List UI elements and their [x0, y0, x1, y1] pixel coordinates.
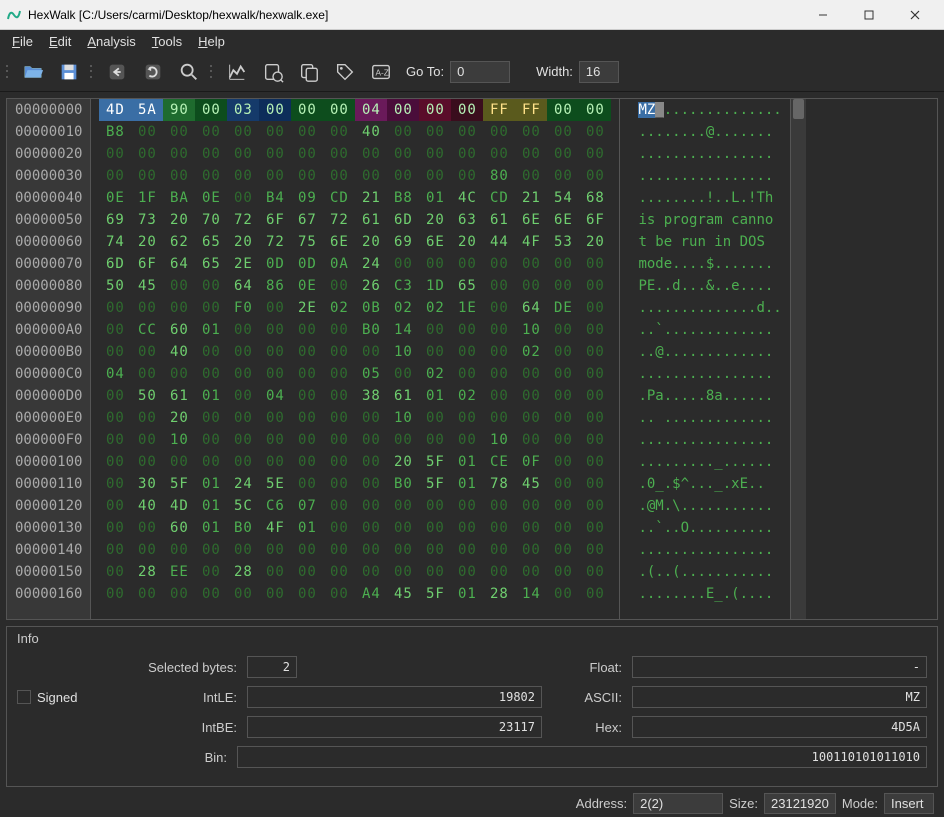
- scrollbar-thumb[interactable]: [793, 99, 804, 119]
- ascii-value: MZ: [632, 686, 927, 708]
- svg-text:A-Z: A-Z: [376, 68, 389, 77]
- menu-edit[interactable]: Edit: [43, 32, 77, 51]
- main-area: 0000000000000010000000200000003000000040…: [0, 92, 944, 626]
- width-input[interactable]: [579, 61, 619, 83]
- hex-label: Hex:: [552, 720, 622, 735]
- toolbar-grip: [90, 60, 96, 84]
- close-button[interactable]: [892, 0, 938, 30]
- size-value: 23121920: [764, 793, 836, 814]
- menu-tools[interactable]: Tools: [146, 32, 188, 51]
- titlebar: HexWalk [C:/Users/carmi/Desktop/hexwalk/…: [0, 0, 944, 30]
- redo-button[interactable]: [138, 57, 168, 87]
- menu-analysis[interactable]: Analysis: [81, 32, 141, 51]
- intbe-label: IntBE:: [147, 720, 237, 735]
- tags-button[interactable]: [330, 57, 360, 87]
- menu-file[interactable]: File: [6, 32, 39, 51]
- ascii-column[interactable]: MZ_......................@..............…: [630, 99, 789, 619]
- strings-button[interactable]: A-Z: [366, 57, 396, 87]
- search-button[interactable]: [174, 57, 204, 87]
- width-label: Width:: [536, 64, 573, 79]
- intbe-value: 23117: [247, 716, 542, 738]
- hex-value: 4D5A: [632, 716, 927, 738]
- ascii-label: ASCII:: [552, 690, 622, 705]
- window-title: HexWalk [C:/Users/carmi/Desktop/hexwalk/…: [28, 8, 800, 22]
- selected-bytes-label: Selected bytes:: [147, 660, 237, 675]
- scrollbar[interactable]: [790, 99, 806, 619]
- float-label: Float:: [552, 660, 622, 675]
- checkbox-box[interactable]: [17, 690, 31, 704]
- entropy-button[interactable]: [222, 57, 252, 87]
- offset-column: 0000000000000010000000200000003000000040…: [7, 99, 91, 619]
- address-value: 2(2): [633, 793, 723, 814]
- toolbar-grip: [6, 60, 12, 84]
- hex-editor[interactable]: 0000000000000010000000200000003000000040…: [6, 98, 938, 620]
- bin-value: 100110101011010: [237, 746, 927, 768]
- goto-label: Go To:: [406, 64, 444, 79]
- bin-label: Bin:: [17, 750, 227, 765]
- size-label: Size:: [729, 796, 758, 811]
- mode-value: Insert: [884, 793, 934, 814]
- info-panel: Info Selected bytes: 2 Float: - Signed I…: [6, 626, 938, 787]
- goto-input[interactable]: [450, 61, 510, 83]
- minimize-button[interactable]: [800, 0, 846, 30]
- menubar: File Edit Analysis Tools Help: [0, 30, 944, 52]
- menu-help[interactable]: Help: [192, 32, 231, 51]
- diff-button[interactable]: [294, 57, 324, 87]
- open-button[interactable]: [18, 57, 48, 87]
- bytemap-button[interactable]: [258, 57, 288, 87]
- maximize-button[interactable]: [846, 0, 892, 30]
- float-value: -: [632, 656, 927, 678]
- app-icon: [6, 7, 22, 23]
- toolbar-grip: [210, 60, 216, 84]
- address-label: Address:: [576, 796, 627, 811]
- toolbar: A-Z Go To: Width:: [0, 52, 944, 92]
- statusbar: Address: 2(2) Size: 23121920 Mode: Inser…: [0, 789, 944, 817]
- info-title: Info: [17, 631, 927, 646]
- intle-value: 19802: [247, 686, 542, 708]
- signed-label: Signed: [37, 690, 77, 705]
- save-button[interactable]: [54, 57, 84, 87]
- mode-label: Mode:: [842, 796, 878, 811]
- signed-checkbox[interactable]: Signed: [17, 690, 137, 705]
- intle-label: IntLE:: [147, 690, 237, 705]
- selected-bytes-value: 2: [247, 656, 297, 678]
- undo-button[interactable]: [102, 57, 132, 87]
- hex-column[interactable]: 4D5A90000300000004000000FFFF0000B8000000…: [91, 99, 620, 619]
